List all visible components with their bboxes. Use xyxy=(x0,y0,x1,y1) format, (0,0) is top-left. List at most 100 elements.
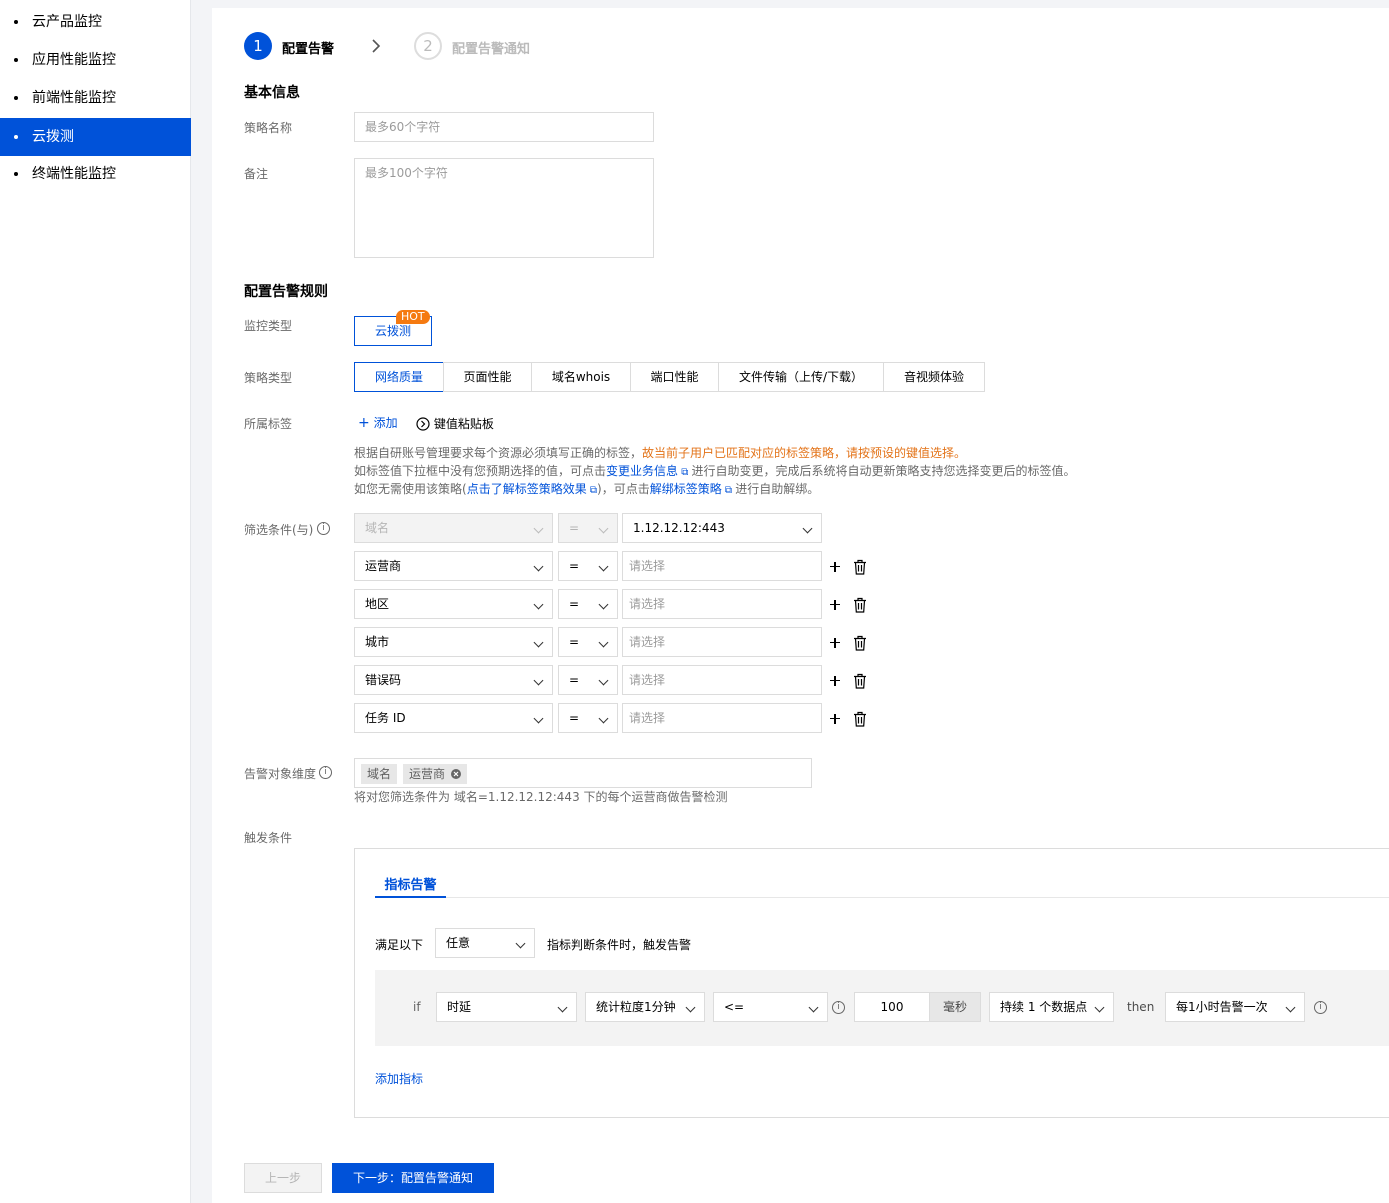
duration-select[interactable]: 持续 1 个数据点 xyxy=(989,992,1114,1022)
filter-op-select[interactable]: = xyxy=(558,703,618,733)
sidebar-item-label: 终端性能监控 xyxy=(32,166,116,182)
threshold-text: 100 xyxy=(880,1000,904,1014)
chevron-down-icon xyxy=(808,1002,819,1013)
filter-key-select[interactable]: 地区 xyxy=(354,589,553,619)
filter-op-select[interactable]: = xyxy=(558,551,618,581)
info-icon[interactable]: i xyxy=(1314,1001,1327,1014)
operator-select[interactable]: <= xyxy=(713,992,828,1022)
chevron-down-icon xyxy=(533,561,544,572)
chevron-down-icon xyxy=(598,599,609,610)
threshold-input[interactable]: 100 xyxy=(854,992,930,1022)
filter-key-select[interactable]: 错误码 xyxy=(354,665,553,695)
filter-op-text: = xyxy=(569,711,580,725)
chevron-down-icon xyxy=(533,599,544,610)
chevron-down-icon xyxy=(802,523,813,534)
trash-icon[interactable] xyxy=(853,597,867,613)
info-icon[interactable]: i xyxy=(319,766,332,779)
filter-value-select[interactable]: 请选择 xyxy=(622,589,822,619)
chevron-down-icon xyxy=(685,1002,696,1013)
tag-add-label: 添加 xyxy=(373,416,398,430)
sidebar-item-label: 云拨测 xyxy=(32,129,74,145)
chevron-down-icon xyxy=(598,713,609,724)
filter-op-select[interactable]: = xyxy=(558,665,618,695)
policy-type-av[interactable]: 音视频体验 xyxy=(883,362,985,392)
plus-icon[interactable] xyxy=(830,599,842,611)
chevron-down-icon xyxy=(533,675,544,686)
basic-info-title: 基本信息 xyxy=(244,85,300,101)
close-circle-icon[interactable] xyxy=(451,769,462,779)
sidebar-item-cloud-product[interactable]: 云产品监控 xyxy=(0,3,191,41)
next-button[interactable]: 下一步：配置告警通知 xyxy=(332,1163,494,1193)
sidebar-item-terminal[interactable]: 终端性能监控 xyxy=(0,155,191,193)
trash-icon[interactable] xyxy=(853,559,867,575)
policy-type-file[interactable]: 文件传输（上传/下载） xyxy=(718,362,884,392)
chevron-down-icon xyxy=(598,523,609,534)
filter-key-select[interactable]: 任务 ID xyxy=(354,703,553,733)
prev-button[interactable]: 上一步 xyxy=(244,1163,322,1193)
tag-policy-effect-link[interactable]: 点击了解标签策略效果 xyxy=(467,482,587,496)
filter-op-text: = xyxy=(569,673,580,687)
tab-metric-alarm[interactable]: 指标告警 xyxy=(375,874,446,898)
tag-paste-button[interactable]: 键值粘贴板 xyxy=(416,415,494,432)
chevron-down-icon xyxy=(1094,1002,1105,1013)
sidebar-item-cloud-dial[interactable]: 云拨测 xyxy=(0,118,191,156)
policy-type-whois[interactable]: 域名whois xyxy=(531,362,631,392)
metric-select[interactable]: 时延 xyxy=(436,992,577,1022)
trash-icon[interactable] xyxy=(853,711,867,727)
external-link-icon: ⧉ xyxy=(721,485,736,496)
policy-type-page[interactable]: 页面性能 xyxy=(443,362,532,392)
filter-value-select[interactable]: 请选择 xyxy=(622,703,822,733)
policy-name-input[interactable]: 最多60个字符 xyxy=(354,112,654,142)
policy-type-label: 策略类型 xyxy=(244,371,293,385)
tag-note-3: 如您无需使用该策略(点击了解标签策略效果 ⧉)，可点击解绑标签策略 ⧉ 进行自助… xyxy=(354,480,819,500)
filter-key-select[interactable]: 城市 xyxy=(354,627,553,657)
trash-icon[interactable] xyxy=(853,673,867,689)
filter-value-select[interactable]: 请选择 xyxy=(622,665,822,695)
filter-op-select[interactable]: = xyxy=(558,589,618,619)
filter-key-text: 地区 xyxy=(365,597,390,611)
chevron-down-icon xyxy=(598,675,609,686)
filter-value-domain[interactable]: 1.12.12.12:443 xyxy=(622,513,822,543)
filter-value-select[interactable]: 请选择 xyxy=(622,627,822,657)
plus-icon[interactable] xyxy=(830,675,842,687)
filter-key-text: 域名 xyxy=(365,521,390,535)
policy-type-port[interactable]: 端口性能 xyxy=(630,362,719,392)
info-icon[interactable]: i xyxy=(317,522,330,535)
filter-op-select[interactable]: = xyxy=(558,627,618,657)
sidebar-item-rum[interactable]: 前端性能监控 xyxy=(0,79,191,117)
step-2-label: 配置告警通知 xyxy=(452,42,531,57)
filter-key-text: 错误码 xyxy=(365,673,402,687)
chevron-down-icon xyxy=(1285,1002,1296,1013)
frequency-text: 每1小时告警一次 xyxy=(1176,1000,1268,1014)
filter-op-domain: = xyxy=(558,513,618,543)
tag-label: 所属标签 xyxy=(244,417,293,431)
chevron-down-icon xyxy=(598,561,609,572)
tag-add-button[interactable]: + 添加 xyxy=(358,414,398,431)
condition-mode-select[interactable]: 任意 xyxy=(435,928,535,958)
period-select[interactable]: 统计粒度1分钟 xyxy=(585,992,705,1022)
plus-icon[interactable] xyxy=(830,637,842,649)
filter-key-select[interactable]: 运营商 xyxy=(354,551,553,581)
add-metric-link[interactable]: 添加指标 xyxy=(375,1070,423,1087)
condition-mode-text: 任意 xyxy=(446,936,471,950)
dimension-chip: 域名 xyxy=(361,764,398,784)
chevron-down-icon xyxy=(515,938,526,949)
unbind-tag-policy-link[interactable]: 解绑标签策略 xyxy=(650,482,722,496)
remark-textarea[interactable]: 最多100个字符 xyxy=(354,158,654,258)
filter-value-select[interactable]: 请选择 xyxy=(622,551,822,581)
plus-icon[interactable] xyxy=(830,713,842,725)
filter-value-text: 1.12.12.12:443 xyxy=(633,521,725,535)
plus-icon[interactable] xyxy=(830,561,842,573)
tag-note-1: 根据自研账号管理要求每个资源必须填写正确的标签，故当前子用户已匹配对应的标签策略… xyxy=(354,444,966,462)
if-label: if xyxy=(413,1000,421,1014)
frequency-select[interactable]: 每1小时告警一次 xyxy=(1165,992,1305,1022)
policy-type-network[interactable]: 网络质量 xyxy=(354,362,444,392)
chevron-down-icon xyxy=(533,523,544,534)
tab-divider xyxy=(375,897,1389,898)
info-icon[interactable]: i xyxy=(832,1001,845,1014)
trash-icon[interactable] xyxy=(853,635,867,651)
satisfy-suffix: 指标判断条件时，触发告警 xyxy=(547,938,692,952)
sidebar-item-label: 前端性能监控 xyxy=(32,90,116,106)
change-business-info-link[interactable]: 变更业务信息 xyxy=(606,464,678,478)
sidebar-item-apm[interactable]: 应用性能监控 xyxy=(0,41,191,79)
